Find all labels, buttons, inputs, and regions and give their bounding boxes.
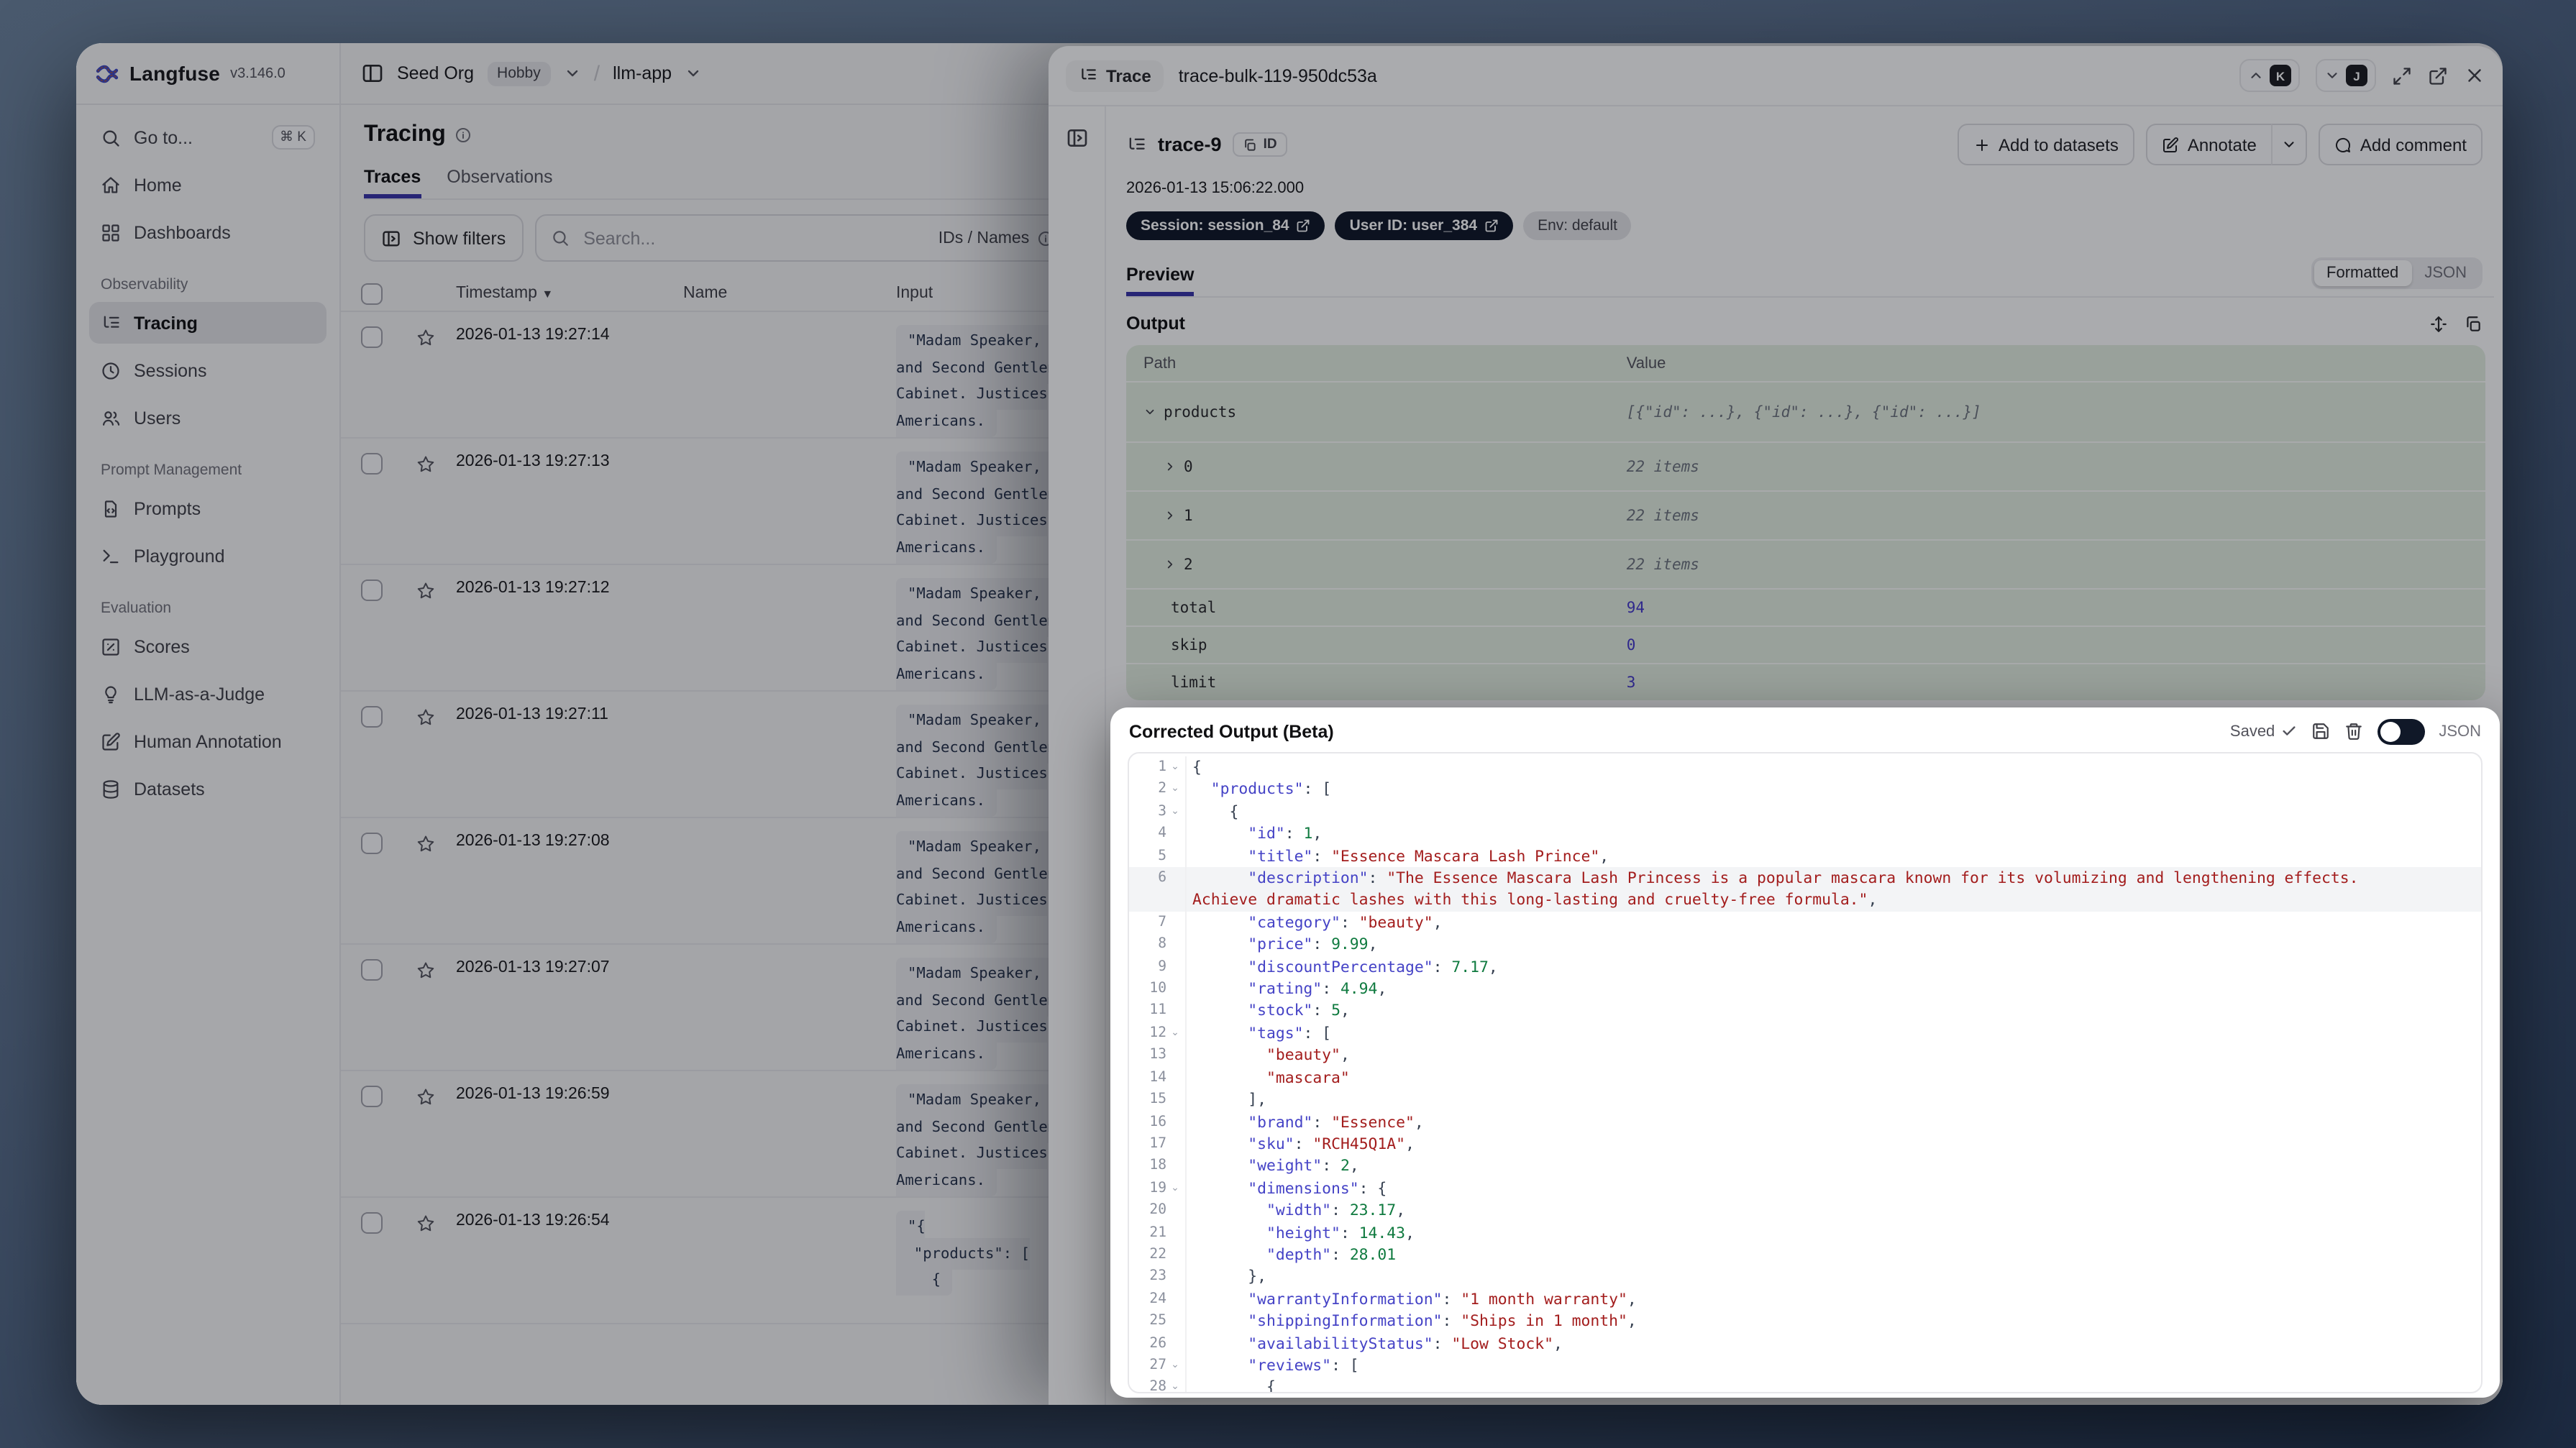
editor-line-11[interactable]: 11 "stock": 5, (1129, 999, 2481, 1022)
editor-line-8[interactable]: 8 "price": 9.99, (1129, 933, 2481, 956)
fold-chevron-icon[interactable]: ⌄ (1169, 1022, 1181, 1045)
fold-chevron-icon[interactable]: ⌄ (1169, 756, 1181, 779)
check-icon (2282, 726, 2295, 736)
save-icon[interactable] (2311, 722, 2329, 741)
editor-line-21[interactable]: 21 "height": 14.43, (1129, 1222, 2481, 1244)
check-icon (2280, 723, 2296, 739)
editor-line-22[interactable]: 22 "depth": 28.01 (1129, 1243, 2481, 1266)
editor-line-1[interactable]: 1 ⌄{ (1129, 756, 2481, 779)
fold-chevron-icon[interactable]: ⌄ (1169, 801, 1181, 823)
editor-line-14[interactable]: 14 "mascara" (1129, 1066, 2481, 1089)
desktop: Langfuse v3.146.0 Go to... ⌘ K Home Dashb… (0, 0, 2576, 1448)
json-toggle[interactable] (2377, 718, 2425, 744)
editor-line-16[interactable]: 16 "brand": "Essence", (1129, 1111, 2481, 1133)
editor-line-13[interactable]: 13 "beauty", (1129, 1044, 2481, 1067)
editor-line-28[interactable]: 28 ⌄ { (1129, 1376, 2481, 1392)
editor-line-3[interactable]: 3 ⌄ { (1129, 800, 2481, 823)
editor-line-7[interactable]: 7 "category": "beauty", (1129, 911, 2481, 934)
editor-line-27[interactable]: 27 ⌄ "reviews": [ (1129, 1354, 2481, 1377)
editor-line-24[interactable]: 24 "warrantyInformation": "1 month warra… (1129, 1288, 2481, 1311)
editor-line-25[interactable]: 25 "shippingInformation": "Ships in 1 mo… (1129, 1310, 2481, 1333)
corrected-output-title: Corrected Output (Beta) (1129, 721, 1334, 741)
editor-line-6[interactable]: 6 "description": "The Essence Mascara La… (1129, 867, 2481, 912)
editor-line-9[interactable]: 9 "discountPercentage": 7.17, (1129, 956, 2481, 979)
editor-line-15[interactable]: 15 ], (1129, 1089, 2481, 1111)
save-icon (2312, 723, 2329, 739)
fold-chevron-icon[interactable]: ⌄ (1169, 1355, 1181, 1377)
editor-line-20[interactable]: 20 "width": 23.17, (1129, 1199, 2481, 1222)
editor-line-10[interactable]: 10 "rating": 4.94, (1129, 978, 2481, 1000)
editor-line-2[interactable]: 2 ⌄ "products": [ (1129, 778, 2481, 801)
json-editor[interactable]: 1 ⌄{2 ⌄ "products": [3 ⌄ {4 "id": 1, 5 "titl… (1128, 752, 2483, 1393)
saved-status: Saved (2230, 723, 2296, 740)
trash-icon[interactable] (2344, 722, 2362, 741)
editor-line-19[interactable]: 19 ⌄ "dimensions": { (1129, 1177, 2481, 1200)
json-toggle-label: JSON (2439, 723, 2481, 740)
editor-line-23[interactable]: 23 }, (1129, 1265, 2481, 1288)
editor-line-4[interactable]: 4 "id": 1, (1129, 822, 2481, 846)
fold-chevron-icon[interactable]: ⌄ (1169, 779, 1181, 801)
editor-line-26[interactable]: 26 "availabilityStatus": "Low Stock", (1129, 1332, 2481, 1355)
editor-line-5[interactable]: 5 "title": "Essence Mascara Lash Prince"… (1129, 845, 2481, 868)
editor-line-18[interactable]: 18 "weight": 2, (1129, 1155, 2481, 1178)
editor-line-12[interactable]: 12 ⌄ "tags": [ (1129, 1022, 2481, 1045)
trash-icon (2345, 723, 2362, 740)
editor-line-17[interactable]: 17 "sku": "RCH45Q1A", (1129, 1132, 2481, 1155)
corrected-output-card: Corrected Output (Beta) Saved JSON 1 ⌄{2 ⌄… (1110, 707, 2500, 1398)
corrected-output-header: Corrected Output (Beta) Saved JSON (1110, 707, 2500, 752)
langfuse-window: Langfuse v3.146.0 Go to... ⌘ K Home Dashb… (76, 43, 2503, 1405)
fold-chevron-icon[interactable]: ⌄ (1169, 1377, 1181, 1392)
fold-chevron-icon[interactable]: ⌄ (1169, 1177, 1181, 1199)
